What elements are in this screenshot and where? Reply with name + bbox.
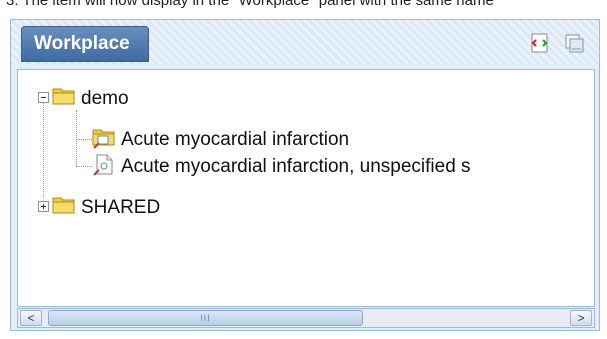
instruction-caption: 3. The item will now display in the "Wor… [6,0,494,9]
tree-node-label: Acute myocardial infarction [121,129,350,150]
refresh-tree-icon[interactable] [529,32,551,54]
tree-node-label: Acute myocardial infarction, unspecified… [121,156,471,177]
tree-node-item[interactable]: Acute myocardial infarction, unspecified… [18,153,594,179]
collapse-panel-icon[interactable] [564,32,586,54]
tree-node-demo[interactable]: demo [18,85,318,111]
workplace-panel: Workplace demo Acute myocardial infarcti… [10,19,600,331]
tree-node-label: demo [81,88,129,109]
scroll-thumb[interactable]: III [48,310,363,326]
panel-header: Workplace [11,20,599,64]
tree-node-item[interactable]: Acute myocardial infarction [18,126,578,152]
folder-item-icon [92,129,115,149]
scroll-right-button[interactable]: > [570,310,592,326]
tree-node-label: SHARED [81,197,161,218]
horizontal-scrollbar[interactable]: < III > [17,308,595,328]
document-item-icon [93,154,113,176]
expand-toggle-icon[interactable] [38,201,49,212]
collapse-toggle-icon[interactable] [38,92,49,103]
scroll-left-button[interactable]: < [20,310,42,326]
tree-view: demo Acute myocardial infarction Acute m… [17,69,595,307]
folder-icon [52,197,75,214]
tree-node-shared[interactable]: SHARED [18,194,318,220]
folder-icon [52,88,75,105]
workplace-tab[interactable]: Workplace [21,26,149,62]
